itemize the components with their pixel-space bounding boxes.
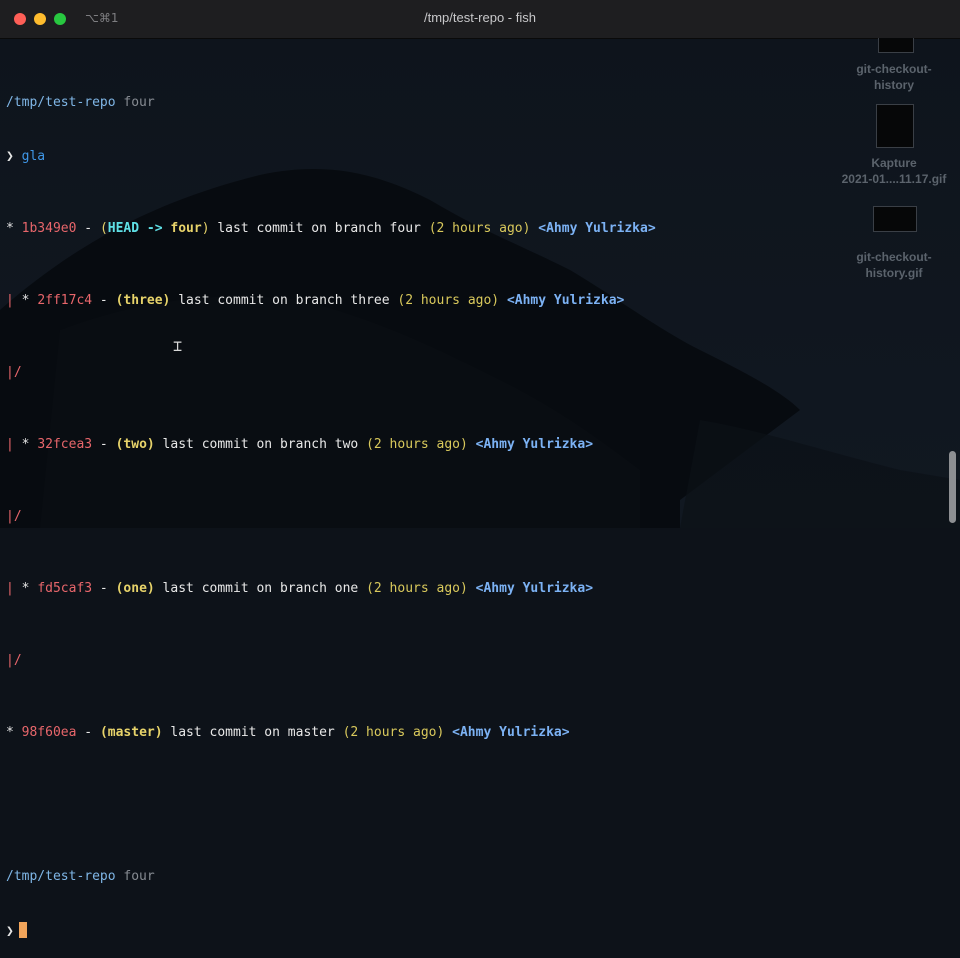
prompt-symbol: ❯ bbox=[6, 924, 14, 939]
log-line: | * fd5caf3 - (one) last commit on branc… bbox=[6, 581, 594, 596]
command-line: ❯ gla bbox=[6, 148, 656, 166]
commit-refs: (master) bbox=[99, 725, 163, 740]
commit-hash: 1b349e0 bbox=[21, 221, 77, 236]
title-bar: ⌥⌘1 /tmp/test-repo - fish bbox=[0, 0, 960, 39]
commit-time: (2 hours ago) bbox=[428, 221, 531, 236]
terminal-output[interactable]: /tmp/test-repo four ❯ gla * 1b349e0 - (H… bbox=[6, 58, 656, 958]
prompt-branch: four bbox=[123, 869, 155, 884]
prompt-branch: four bbox=[123, 95, 155, 110]
graph-line: |/ bbox=[6, 653, 22, 668]
prompt-path: /tmp/test-repo bbox=[6, 869, 116, 884]
graph-line: |/ bbox=[6, 365, 22, 380]
ibeam-cursor-icon: ⌶ bbox=[173, 337, 183, 355]
log-line: | * 32fcea3 - (two) last commit on branc… bbox=[6, 437, 594, 452]
desktop-file-label[interactable]: Kapture 2021-01....11.17.gif bbox=[829, 155, 959, 187]
commit-time: (2 hours ago) bbox=[366, 437, 468, 452]
desktop-file-label[interactable]: git-checkout-history.gif bbox=[829, 249, 959, 281]
desktop-gif-icon[interactable] bbox=[873, 206, 917, 232]
commit-refs: (two) bbox=[115, 437, 155, 452]
prompt-symbol: ❯ bbox=[6, 149, 14, 164]
window-title: /tmp/test-repo - fish bbox=[424, 10, 536, 25]
commit-author: <Ahmy Yulrizka> bbox=[475, 581, 594, 596]
commit-hash: fd5caf3 bbox=[37, 581, 93, 596]
prompt-line: /tmp/test-repo four bbox=[6, 94, 656, 112]
commit-refs: (one) bbox=[115, 581, 155, 596]
command-text: gla bbox=[21, 149, 46, 164]
text-cursor bbox=[18, 922, 27, 938]
commit-time: (2 hours ago) bbox=[397, 293, 500, 308]
desktop-image-icon[interactable] bbox=[876, 104, 914, 148]
commit-refs: (three) bbox=[115, 293, 171, 308]
commit-hash: 2ff17c4 bbox=[37, 293, 93, 308]
commit-author: <Ahmy Yulrizka> bbox=[506, 293, 625, 308]
commit-author: <Ahmy Yulrizka> bbox=[538, 221, 656, 236]
commit-hash: 98f60ea bbox=[21, 725, 77, 740]
commit-author: <Ahmy Yulrizka> bbox=[475, 437, 594, 452]
commit-hash: 32fcea3 bbox=[37, 437, 93, 452]
log-line: * 1b349e0 - (HEAD -> four) last commit o… bbox=[6, 221, 656, 236]
graph-line: |/ bbox=[6, 509, 22, 524]
desktop-file-icon[interactable] bbox=[878, 38, 914, 53]
commit-author: <Ahmy Yulrizka> bbox=[452, 725, 570, 740]
input-line[interactable]: ❯ bbox=[6, 922, 656, 940]
log-line: | * 2ff17c4 - (three) last commit on bra… bbox=[6, 293, 625, 308]
commit-time: (2 hours ago) bbox=[366, 581, 468, 596]
desktop-file-label[interactable]: git-checkout-history bbox=[829, 61, 959, 93]
prompt-path: /tmp/test-repo bbox=[6, 95, 116, 110]
scrollbar[interactable] bbox=[949, 451, 956, 523]
log-line: * 98f60ea - (master) last commit on mast… bbox=[6, 725, 570, 740]
commit-refs: (HEAD -> four) bbox=[99, 221, 210, 236]
commit-time: (2 hours ago) bbox=[342, 725, 445, 740]
prompt-line: /tmp/test-repo four bbox=[6, 868, 656, 886]
